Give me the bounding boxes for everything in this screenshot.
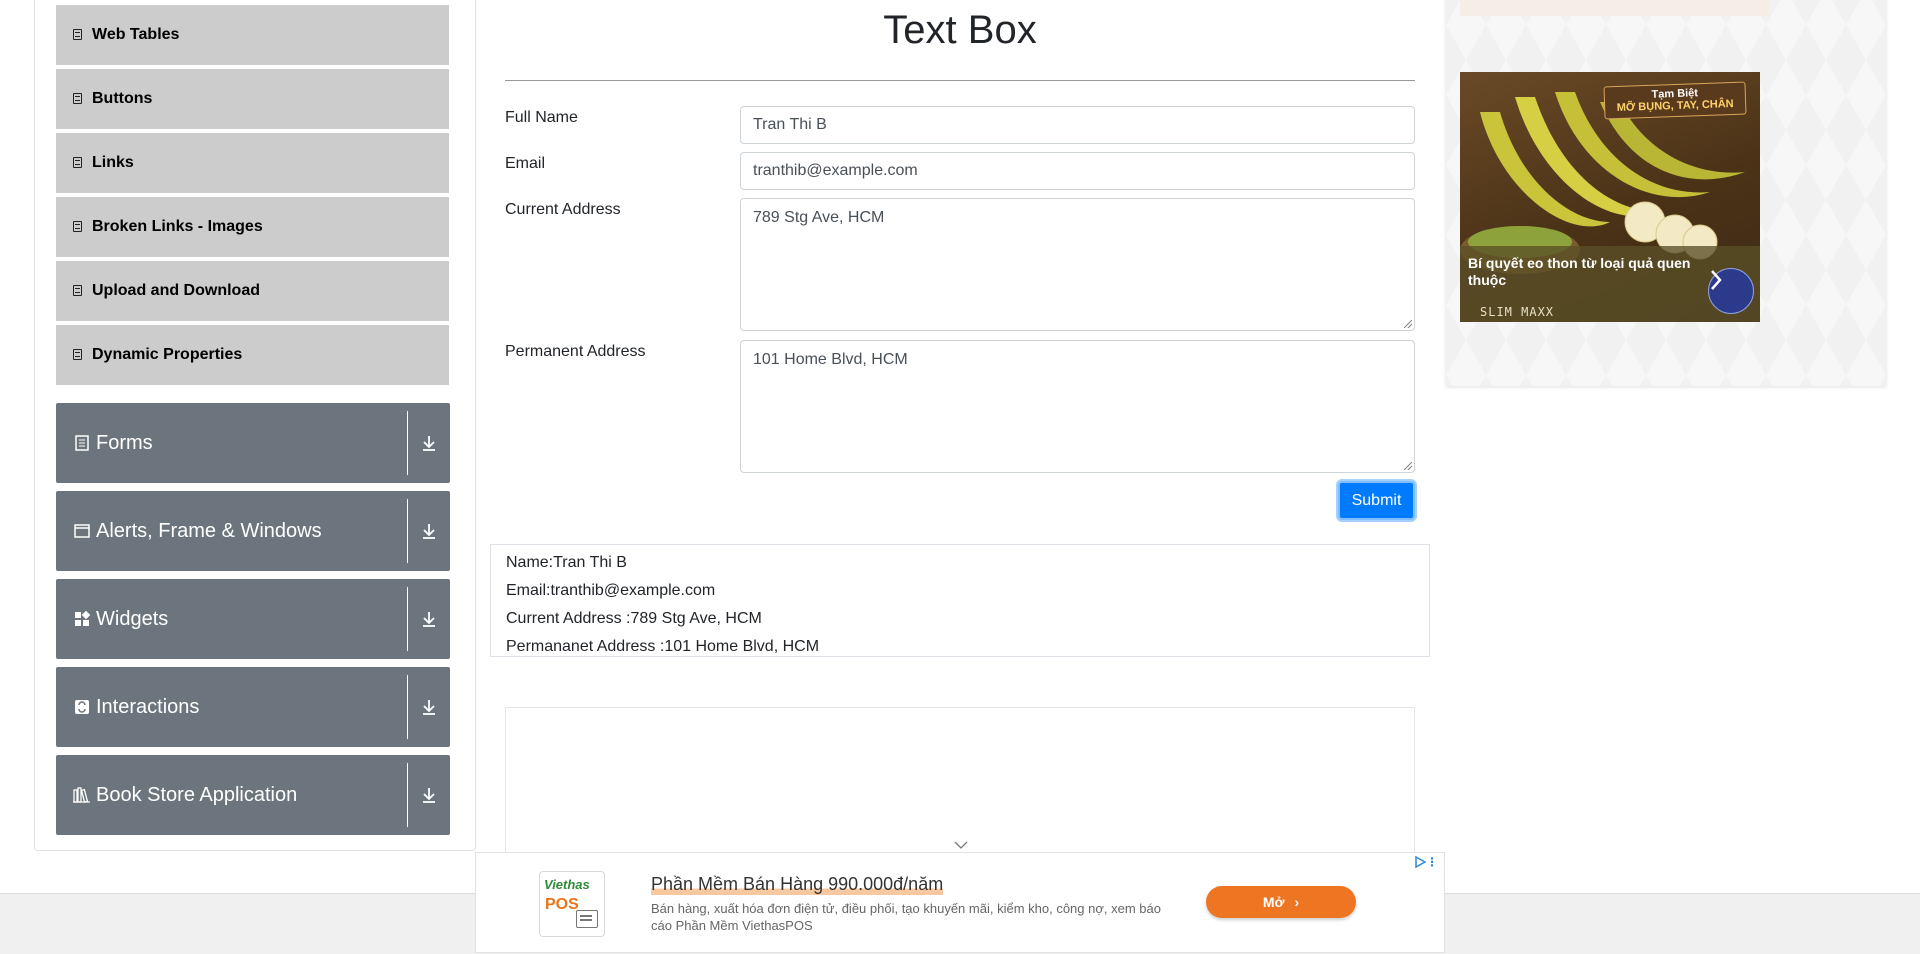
group-label: Book Store Application: [96, 783, 298, 806]
sidebar-item-label: Buttons: [92, 90, 153, 107]
title-divider: [505, 80, 1415, 81]
group-label: Interactions: [96, 695, 200, 718]
chevron-down-icon[interactable]: [954, 836, 968, 852]
email-label: Email: [505, 155, 546, 172]
viethas-logo: Viethas POS: [539, 871, 605, 937]
submit-button[interactable]: Submit: [1338, 481, 1415, 520]
banana-ad[interactable]: Tạm Biệt MỠ BỤNG, TAY, CHÂN Bí quyết eo …: [1460, 72, 1760, 322]
download-icon[interactable]: [417, 667, 441, 747]
sidebar-item-label: Links: [92, 154, 134, 171]
document-icon: [72, 433, 92, 453]
sidebar-item-dynamic-properties[interactable]: Dynamic Properties: [56, 325, 449, 386]
sidebar-item-links[interactable]: Links: [56, 133, 449, 194]
ad-strip: [1460, 0, 1770, 16]
ad-caption: Bí quyết eo thon từ loại quả quen thuộc: [1468, 255, 1691, 288]
widgets-icon: [72, 609, 92, 629]
adchoices-icon[interactable]: [1414, 855, 1427, 871]
permanent-address-value: 101 Home Blvd, HCM: [753, 351, 908, 368]
permanent-address-textarea[interactable]: 101 Home Blvd, HCM: [740, 340, 1415, 473]
books-icon: [72, 785, 92, 805]
divider: [407, 675, 408, 739]
ad-headline[interactable]: Phần Mềm Bán Hàng 990.000đ/năm: [651, 874, 944, 895]
output-permanent-address: Permananet Address :101 Home Blvd, HCM: [506, 638, 820, 655]
interactions-icon: [72, 697, 92, 717]
sidebar-item-label: Upload and Download: [92, 282, 260, 299]
download-icon[interactable]: [417, 403, 441, 483]
element-icon: [72, 284, 84, 298]
output-box: Name:Tran Thi B Email:tranthib@example.c…: [490, 544, 1430, 657]
chevron-right-icon: ›: [1294, 894, 1300, 910]
more-options-icon[interactable]: ⋮: [1426, 855, 1438, 869]
full-name-input[interactable]: Tran Thi B: [740, 106, 1415, 144]
element-icon: [72, 92, 84, 106]
current-address-value: 789 Stg Ave, HCM: [753, 209, 885, 226]
group-label: Widgets: [96, 607, 169, 630]
sidebar-group-book-store[interactable]: Book Store Application: [56, 755, 450, 835]
open-button-label: Mở: [1262, 894, 1285, 910]
sidebar-group-alerts[interactable]: Alerts, Frame & Windows: [56, 491, 450, 571]
bottom-ad[interactable]: Viethas POS Phần Mềm Bán Hàng 990.000đ/n…: [475, 852, 1445, 953]
chevron-right-icon[interactable]: [1708, 268, 1754, 314]
element-icon: [72, 28, 84, 42]
email-input[interactable]: tranthib@example.com: [740, 152, 1415, 190]
divider: [407, 411, 408, 475]
element-icon: [72, 348, 84, 362]
logo-text-pos: POS: [545, 896, 579, 913]
open-button[interactable]: Mở ›: [1206, 886, 1356, 918]
sidebar-item-upload-download[interactable]: Upload and Download: [56, 261, 449, 322]
current-address-label: Current Address: [505, 201, 621, 218]
download-icon[interactable]: [417, 491, 441, 571]
register-icon: [576, 910, 598, 928]
group-label: Forms: [96, 431, 153, 454]
resize-handle[interactable]: [1404, 462, 1412, 470]
element-icon: [72, 220, 84, 234]
download-icon[interactable]: [417, 579, 441, 659]
sidebar-item-buttons[interactable]: Buttons: [56, 69, 449, 130]
sidebar-item-broken-links[interactable]: Broken Links - Images: [56, 197, 449, 258]
download-icon[interactable]: [417, 755, 441, 835]
output-current-address: Current Address :789 Stg Ave, HCM: [506, 610, 762, 627]
sidebar-item-label: Dynamic Properties: [92, 346, 243, 363]
current-address-textarea[interactable]: 789 Stg Ave, HCM: [740, 198, 1415, 331]
permanent-address-label: Permanent Address: [505, 343, 646, 360]
window-icon: [72, 521, 92, 541]
full-name-label: Full Name: [505, 109, 578, 126]
resize-handle[interactable]: [1404, 320, 1412, 328]
ad-description: Bán hàng, xuất hóa đơn điện tử, điều phố…: [651, 901, 1161, 933]
output-email: Email:tranthib@example.com: [506, 582, 716, 599]
sidebar-group-interactions[interactable]: Interactions: [56, 667, 450, 747]
logo-text: Viethas: [544, 877, 590, 892]
element-icon: [72, 156, 84, 170]
sidebar-item-label: Broken Links - Images: [92, 218, 263, 235]
sidebar-item-label: Web Tables: [92, 26, 180, 43]
page-title: Text Box: [883, 8, 1037, 52]
group-label: Alerts, Frame & Windows: [96, 519, 322, 542]
divider: [407, 587, 408, 651]
output-name: Name:Tran Thi B: [506, 554, 627, 571]
divider: [407, 763, 408, 827]
divider: [407, 499, 408, 563]
ad-brand: SLIM MAXX: [1480, 305, 1555, 319]
sidebar-group-widgets[interactable]: Widgets: [56, 579, 450, 659]
sidebar-item-web-tables[interactable]: Web Tables: [56, 5, 449, 66]
sidebar-group-forms[interactable]: Forms: [56, 403, 450, 483]
ad-tag: Tạm Biệt MỠ BỤNG, TAY, CHÂN: [1603, 81, 1747, 120]
